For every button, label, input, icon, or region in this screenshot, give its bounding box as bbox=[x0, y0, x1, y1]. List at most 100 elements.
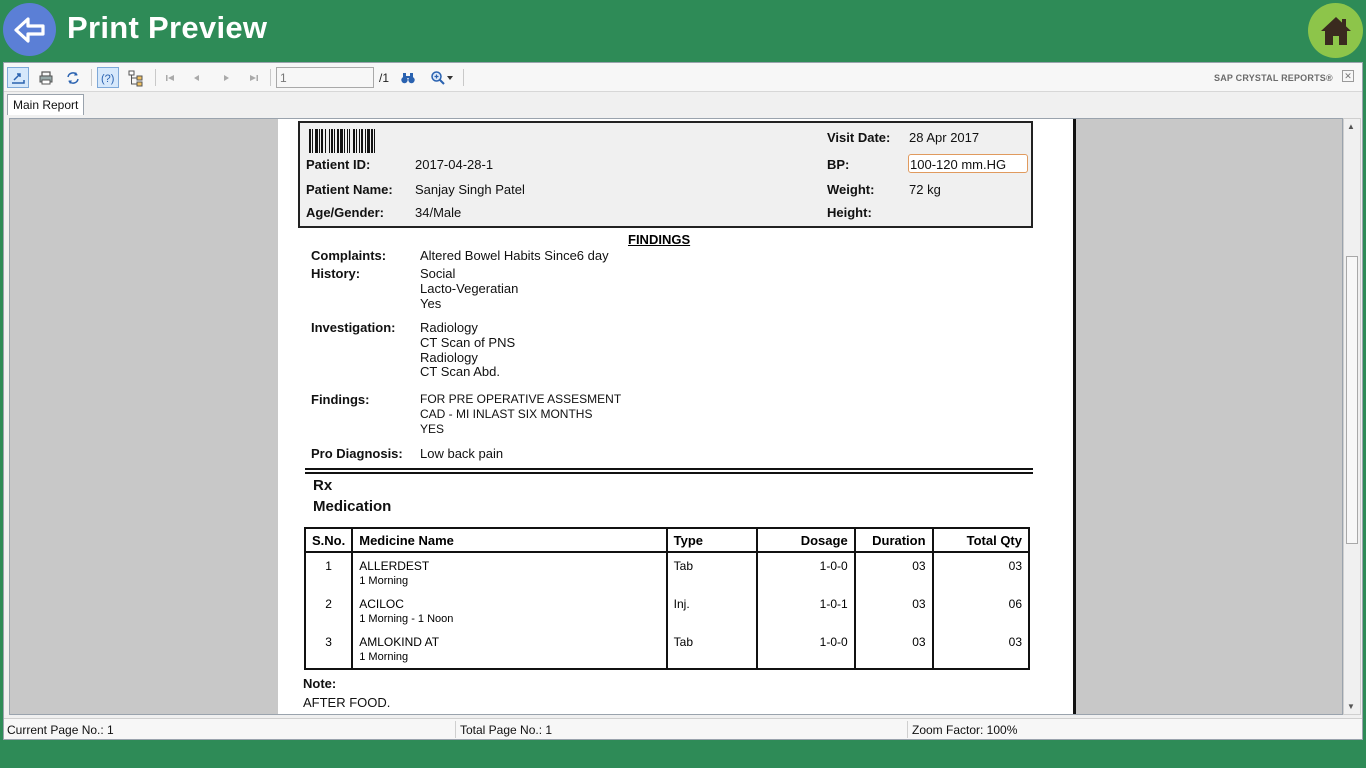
age-gender-label: Age/Gender: bbox=[306, 205, 385, 220]
rx-heading: Rx bbox=[313, 477, 333, 494]
last-page-icon bbox=[250, 74, 258, 81]
duration-cell: 03 bbox=[853, 591, 934, 629]
toolbar-separator bbox=[91, 69, 92, 86]
current-page-status: Current Page No.: 1 bbox=[7, 723, 114, 737]
scroll-down-icon[interactable]: ▼ bbox=[1347, 702, 1355, 711]
export-icon bbox=[12, 72, 25, 84]
complaints-line: Altered Bowel Habits Since6 day bbox=[420, 248, 609, 263]
medication-table: S.No. Medicine Name Type Dosage Duration… bbox=[303, 527, 1031, 670]
investigation-line: CT Scan Abd. bbox=[420, 364, 500, 379]
type-cell: Tab bbox=[665, 552, 759, 591]
medicine-name: AMLOKIND AT bbox=[359, 635, 440, 649]
export-button[interactable] bbox=[7, 67, 29, 88]
column-header: S.No. bbox=[303, 527, 354, 553]
history-label: History: bbox=[311, 266, 361, 281]
toolbar-separator bbox=[270, 69, 271, 86]
medicine-name: ALLERDEST bbox=[359, 559, 430, 573]
total-page-status: Total Page No.: 1 bbox=[460, 723, 553, 737]
status-divider bbox=[455, 721, 456, 738]
column-header: Dosage bbox=[756, 527, 856, 553]
find-button[interactable] bbox=[397, 67, 419, 88]
dosage-cell: 1-0-0 bbox=[756, 629, 856, 670]
home-button[interactable] bbox=[1308, 3, 1363, 58]
pro-diagnosis-label: Pro Diagnosis: bbox=[311, 446, 403, 461]
visit-date-label: Visit Date: bbox=[827, 130, 891, 145]
dosage-cell: 1-0-1 bbox=[756, 591, 856, 629]
barcode bbox=[309, 129, 453, 153]
help-icon: (?) bbox=[101, 73, 114, 85]
investigation-label: Investigation: bbox=[311, 320, 396, 335]
viewer-toolbar: (?) /1 bbox=[4, 63, 1362, 92]
bp-label: BP: bbox=[827, 157, 850, 172]
patient-name-label: Patient Name: bbox=[306, 182, 393, 197]
refresh-icon bbox=[67, 71, 79, 84]
tab-main-report[interactable]: Main Report bbox=[7, 94, 85, 115]
note-value: AFTER FOOD. bbox=[303, 695, 391, 710]
dosage-cell: 1-0-0 bbox=[756, 552, 856, 591]
medicine-timing: 1 Morning - 1 Noon bbox=[359, 613, 454, 625]
printer-icon bbox=[39, 70, 53, 84]
column-header: Medicine Name bbox=[351, 527, 668, 553]
svg-text:(?): (?) bbox=[101, 73, 114, 85]
page-total-label: /1 bbox=[379, 71, 390, 85]
pro-diagnosis-value: Low back pain bbox=[420, 446, 504, 461]
qty-cell: 03 bbox=[931, 552, 1031, 591]
medication-heading: Medication bbox=[313, 498, 392, 515]
duration-cell: 03 bbox=[853, 629, 934, 670]
report-tabs: Main Report bbox=[4, 92, 1362, 116]
next-page-icon bbox=[224, 74, 229, 81]
height-label: Height: bbox=[827, 205, 872, 220]
medicine-cell: ACILOC 1 Morning - 1 Noon bbox=[351, 591, 668, 629]
history-line: Yes bbox=[420, 296, 442, 311]
column-header: Type bbox=[665, 527, 759, 553]
history-line: Lacto-Vegeratian bbox=[420, 281, 519, 296]
investigation-line: Radiology bbox=[420, 350, 478, 365]
previous-page-icon bbox=[194, 74, 199, 81]
medicine-name: ACILOC bbox=[359, 597, 404, 611]
zoom-icon bbox=[431, 70, 445, 85]
qty-cell: 03 bbox=[931, 629, 1031, 670]
scroll-up-icon[interactable]: ▲ bbox=[1347, 122, 1355, 131]
patient-name-value: Sanjay Singh Patel bbox=[415, 182, 525, 197]
duration-cell: 03 bbox=[853, 552, 934, 591]
complaints-label: Complaints: bbox=[311, 248, 387, 263]
chevron-down-icon bbox=[447, 75, 453, 80]
patient-id-label: Patient ID: bbox=[306, 157, 371, 172]
toolbar-separator bbox=[463, 69, 464, 86]
first-page-button[interactable] bbox=[159, 67, 181, 88]
home-icon bbox=[1320, 16, 1351, 45]
next-page-button[interactable] bbox=[215, 67, 237, 88]
previous-page-button[interactable] bbox=[186, 67, 208, 88]
refresh-button[interactable] bbox=[62, 67, 84, 88]
binoculars-icon bbox=[401, 72, 415, 83]
page-title: Print Preview bbox=[67, 10, 268, 45]
patient-id-value: 2017-04-28-1 bbox=[415, 157, 494, 172]
investigation-line: CT Scan of PNS bbox=[420, 335, 516, 350]
page-number-input[interactable] bbox=[276, 67, 374, 88]
sno-cell: 1 bbox=[303, 552, 354, 591]
zoom-dropdown-button[interactable] bbox=[425, 67, 459, 88]
findings-label: Findings: bbox=[311, 392, 370, 407]
medicine-cell: AMLOKIND AT 1 Morning bbox=[351, 629, 668, 670]
investigation-line: Radiology bbox=[420, 320, 478, 335]
app-header: Print Preview bbox=[0, 0, 1366, 60]
brand-label: SAP CRYSTAL REPORTS® bbox=[1214, 73, 1333, 83]
zoom-factor-status: Zoom Factor: 100% bbox=[912, 723, 1018, 737]
medicine-timing: 1 Morning bbox=[359, 575, 409, 587]
medicine-cell: ALLERDEST 1 Morning bbox=[351, 552, 668, 591]
vertical-scrollbar[interactable]: ▲ ▼ bbox=[1343, 118, 1361, 715]
sno-cell: 3 bbox=[303, 629, 354, 670]
section-divider bbox=[305, 468, 1033, 474]
back-button[interactable] bbox=[3, 3, 56, 56]
tree-icon bbox=[128, 70, 143, 86]
last-page-button[interactable] bbox=[243, 67, 265, 88]
scroll-thumb[interactable] bbox=[1346, 256, 1358, 544]
table-row: 1 ALLERDEST 1 Morning Tab 1-0-0 03 03 bbox=[303, 552, 1031, 591]
medicine-timing: 1 Morning bbox=[359, 651, 409, 663]
toggle-group-tree-button[interactable] bbox=[125, 67, 147, 88]
findings-line: CAD - MI INLAST SIX MONTHS bbox=[420, 407, 593, 421]
close-tab-button[interactable]: ✕ bbox=[1342, 70, 1354, 82]
toggle-parameter-panel-button[interactable]: (?) bbox=[97, 67, 119, 88]
arrow-left-icon bbox=[13, 16, 45, 43]
print-button[interactable] bbox=[35, 67, 57, 88]
